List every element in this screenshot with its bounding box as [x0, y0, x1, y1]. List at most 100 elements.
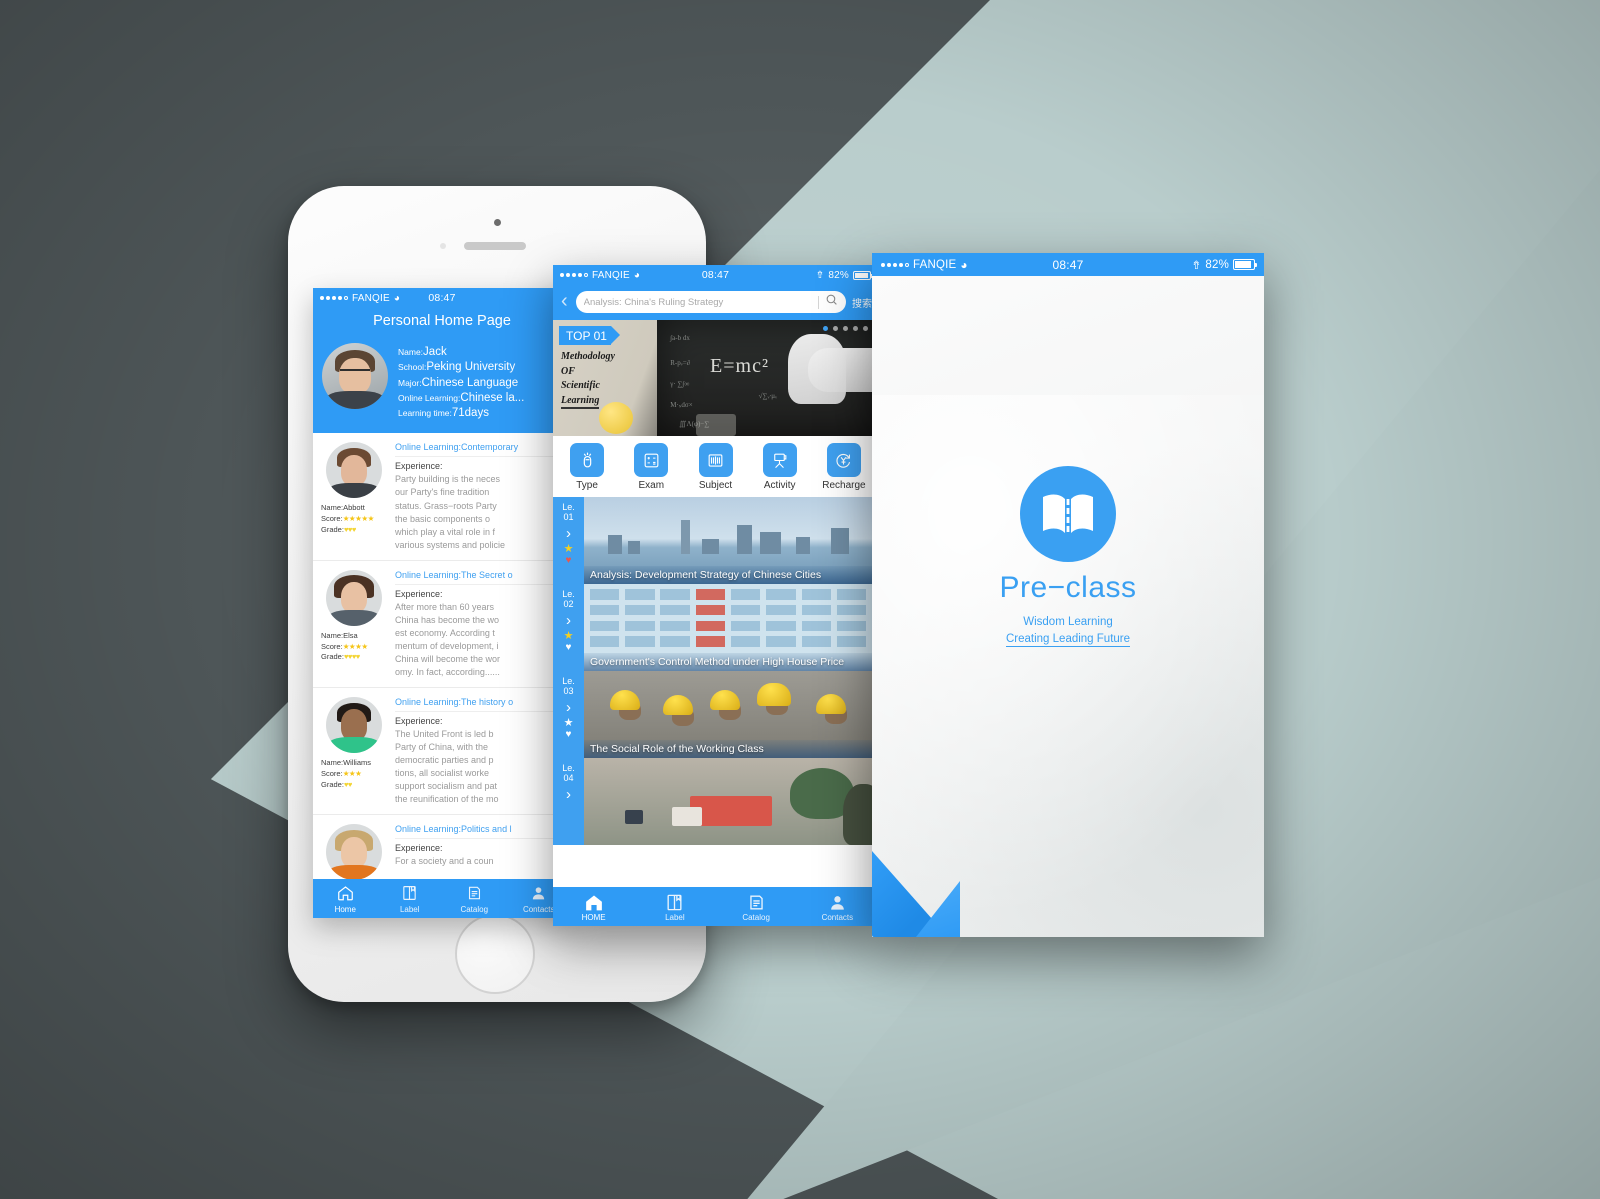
experience-label: Experience:: [395, 461, 443, 472]
experience-body: Party building is the neces our Party's …: [395, 474, 506, 550]
carrier-label: FANQIE: [352, 292, 390, 304]
tab-label[interactable]: Label: [634, 887, 715, 926]
author-score: Score:★★★★: [321, 641, 368, 651]
chevron-right-icon[interactable]: ›: [553, 700, 584, 715]
tagline-line-2: Creating Leading Future: [1005, 632, 1131, 647]
lesson-tag[interactable]: Le. 01 › ★ ♥: [553, 497, 584, 584]
heart-icon[interactable]: ♥: [553, 555, 584, 566]
flashlight-icon: [570, 443, 605, 477]
lesson-tag[interactable]: Le. 04 ›: [553, 758, 584, 845]
signal-dots-icon: [560, 273, 588, 277]
list-item[interactable]: Name:Abbott Score:★★★★★ Grade:♥♥♥ Online…: [313, 433, 571, 561]
quick-action-activity[interactable]: Activity: [748, 443, 812, 491]
lesson-tag[interactable]: Le. 03 › ★ ♥: [553, 671, 584, 758]
star-icon[interactable]: ★: [553, 630, 584, 642]
experience-body: The United Front is led b Party of China…: [395, 728, 499, 805]
author-meta: Name:Williams Score:★★★ Grade:♥♥: [321, 758, 387, 791]
search-divider: [818, 295, 819, 309]
list-item[interactable]: Le. 03 › ★ ♥ The Social Role of the Work…: [553, 671, 878, 758]
experience-label: Experience:: [395, 843, 443, 854]
author-name: Name:Elsa: [321, 630, 358, 640]
list-item[interactable]: Name:Williams Score:★★★ Grade:♥♥ Online …: [313, 688, 571, 816]
carousel-dot[interactable]: [833, 326, 838, 331]
profile-card: Name:Jack School:Peking University Major…: [313, 335, 571, 434]
home-button[interactable]: [455, 914, 535, 994]
tab-label[interactable]: Label: [378, 879, 443, 918]
list-item[interactable]: Le. 02 › ★ ♥ Government's Control Method…: [553, 584, 878, 671]
list-item[interactable]: Le. 04 ›: [553, 758, 878, 845]
heart-icon[interactable]: ♥: [553, 642, 584, 653]
hero-banner[interactable]: E=mc² ∫a-b dx R-pᵥ=∂ γ· ∑∫∞ M·ₛdσ× √∑ᵥ∙μ…: [553, 320, 878, 436]
bluetooth-icon: ⇮: [815, 269, 825, 281]
avatar[interactable]: [326, 569, 382, 626]
list-item[interactable]: Name:Elsa Score:★★★★ Grade:♥♥♥♥ Online L…: [313, 561, 571, 688]
page-title: Personal Home Page: [313, 308, 571, 335]
hero-caption: Methodology OF Scientific Learning: [561, 350, 615, 409]
list-item-author: Name:Elsa Score:★★★★ Grade:♥♥♥♥: [321, 569, 387, 679]
splash-body: Pre−class Wisdom Learning Creating Leadi…: [872, 276, 1264, 937]
carousel-dot-active[interactable]: [823, 326, 828, 331]
carousel-dots[interactable]: [823, 326, 868, 331]
tab-home[interactable]: Home: [313, 879, 378, 918]
list-item[interactable]: Le. 01 › ★ ♥ Analysis: Development Strat…: [553, 497, 878, 584]
tab-label-text: Label: [665, 913, 685, 922]
star-icon[interactable]: ★: [553, 717, 584, 729]
search-button[interactable]: 搜索: [852, 295, 872, 310]
avatar-face-icon: [326, 570, 382, 626]
profile-field-learning-time: Learning time:71days: [398, 407, 489, 420]
author-grade: Grade:♥♥♥♥: [321, 652, 360, 662]
quick-action-label: Activity: [763, 480, 796, 491]
list-item-title[interactable]: Online Learning:Contemporary: [395, 442, 563, 458]
battery-percent: 82%: [828, 269, 849, 281]
projector-icon: [762, 443, 797, 477]
quick-action-exam[interactable]: Exam: [619, 443, 683, 491]
experience-label: Experience:: [395, 588, 443, 599]
avatar[interactable]: [326, 696, 382, 753]
experience-list: Name:Abbott Score:★★★★★ Grade:♥♥♥ Online…: [313, 433, 571, 895]
heart-icon: ♥♥♥: [343, 525, 356, 535]
carousel-dot[interactable]: [853, 326, 858, 331]
tagline-line-1: Wisdom Learning: [1023, 616, 1113, 628]
avatar[interactable]: [326, 442, 382, 499]
tab-label-text: Contacts: [821, 913, 854, 922]
quick-action-label: Subject: [698, 480, 733, 491]
list-item-title[interactable]: Online Learning:The history o: [395, 697, 563, 712]
chevron-right-icon[interactable]: ›: [553, 526, 584, 541]
avatar[interactable]: [322, 343, 388, 409]
tab-contacts[interactable]: Contacts: [797, 887, 878, 926]
quick-action-recharge[interactable]: Recharge: [812, 443, 876, 491]
equation-text: E=mc²: [710, 354, 769, 377]
course-thumbnail: [584, 758, 878, 845]
search-input[interactable]: Analysis: China's Ruling Strategy: [575, 291, 846, 313]
course-list: Le. 01 › ★ ♥ Analysis: Development Strat…: [553, 497, 878, 845]
tab-catalog[interactable]: Catalog: [716, 887, 797, 926]
tab-label-text: Catalog: [460, 905, 489, 914]
lesson-prefix: Le.: [562, 676, 575, 686]
list-item-author: [321, 824, 387, 885]
search-icon[interactable]: [825, 293, 838, 311]
carousel-dot[interactable]: [843, 326, 848, 331]
list-item-title[interactable]: Online Learning:The Secret o: [395, 570, 563, 585]
author-meta: Name:Abbott Score:★★★★★ Grade:♥♥♥: [321, 503, 387, 536]
status-bar: FANQIE ◕ 08:47: [313, 288, 571, 308]
chevron-right-icon[interactable]: ›: [553, 613, 584, 628]
tab-catalog[interactable]: Catalog: [442, 879, 507, 918]
quick-action-type[interactable]: Type: [555, 443, 619, 491]
top-badge-label: TOP 01: [566, 328, 607, 343]
heart-icon[interactable]: ♥: [553, 729, 584, 740]
chevron-right-icon[interactable]: ›: [553, 787, 584, 802]
quick-action-subject[interactable]: Subject: [683, 443, 747, 491]
carousel-dot[interactable]: [863, 326, 868, 331]
avatar[interactable]: [326, 824, 382, 881]
search-input-value: Analysis: China's Ruling Strategy: [583, 296, 724, 308]
home-icon: [313, 884, 378, 904]
lesson-tag[interactable]: Le. 02 › ★ ♥: [553, 584, 584, 671]
chevron-left-icon[interactable]: ‹: [559, 291, 570, 313]
tab-home[interactable]: HOME: [553, 887, 634, 926]
star-icon[interactable]: ★: [553, 543, 584, 555]
status-bar: FANQIE ◕ 08:47 ⇮ 82%: [553, 265, 878, 285]
quick-action-label: Type: [576, 480, 598, 491]
list-item-title[interactable]: Online Learning:Politics and l: [395, 824, 563, 840]
lesson-number: 03: [563, 686, 574, 697]
earpiece-speaker: [464, 242, 526, 250]
